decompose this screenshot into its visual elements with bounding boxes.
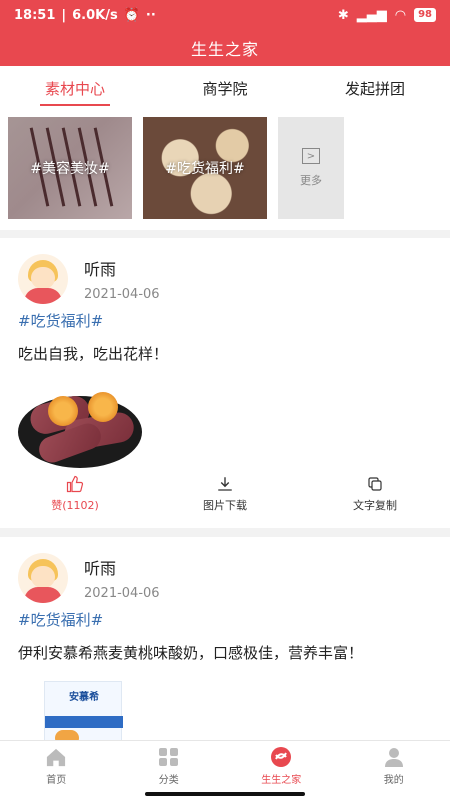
download-icon <box>215 475 235 493</box>
like-button[interactable]: 赞(1102) <box>0 472 150 516</box>
material-card-beauty[interactable]: #美容美妆# <box>8 117 132 219</box>
home-icon <box>45 747 67 767</box>
avatar[interactable] <box>18 254 68 304</box>
post-author: 听雨 <box>84 260 117 279</box>
post-image-yogurt[interactable]: 安慕希 <box>44 681 123 740</box>
material-card-food[interactable]: #吃货福利# <box>143 117 267 219</box>
download-image-button[interactable]: 图片下载 <box>150 472 300 516</box>
copy-label: 文字复制 <box>353 499 397 512</box>
grid-icon <box>158 747 180 767</box>
more-status-icon: ·· <box>145 7 156 23</box>
bluetooth-icon: ✱ <box>337 7 349 23</box>
potato-flesh <box>88 392 118 422</box>
app-title: 生生之家 <box>0 30 450 66</box>
avatar[interactable] <box>18 553 68 603</box>
post-card: 听雨 2021-04-06 #吃货福利# 吃出自我，吃出花样！ 赞(1102) … <box>0 238 450 528</box>
status-bar: 18:51 | 6.0K/s ⏰ ·· ✱ ▂▄▆ ◠ 98 <box>0 0 450 30</box>
status-left: 18:51 | 6.0K/s ⏰ ·· <box>14 8 156 23</box>
post-meta: 听雨 2021-04-06 <box>84 254 160 302</box>
material-categories: #美容美妆# #吃货福利# > 更多 <box>0 112 450 230</box>
material-card-label: #吃货福利# <box>165 161 245 177</box>
thumbs-up-icon <box>65 475 85 493</box>
signal-icon: ▂▄▆ <box>356 7 387 23</box>
nav-label: 生生之家 <box>261 775 302 786</box>
download-label: 图片下载 <box>203 499 247 512</box>
battery-indicator: 98 <box>414 8 436 22</box>
post-author: 听雨 <box>84 559 117 578</box>
status-network-speed: 6.0K/s <box>72 7 118 23</box>
avatar-face <box>31 566 55 588</box>
copy-icon <box>365 475 385 493</box>
tab-material-center[interactable]: 素材中心 <box>0 66 150 112</box>
nav-label: 分类 <box>158 775 179 786</box>
post-content: 伊利安慕希燕麦黄桃味酸奶，口感极佳，营养丰富！ <box>18 644 364 662</box>
nav-label: 我的 <box>383 775 404 786</box>
avatar-body <box>24 587 62 603</box>
post-tag[interactable]: #吃货福利# <box>18 609 432 630</box>
peach-shape <box>55 730 79 740</box>
tab-business-school[interactable]: 商学院 <box>150 66 300 112</box>
avatar-face <box>31 267 55 289</box>
post-header: 听雨 2021-04-06 <box>18 537 432 603</box>
post-date: 2021-04-06 <box>84 586 160 601</box>
status-time: 18:51 <box>14 7 56 23</box>
post-image-sweet-potato[interactable] <box>18 378 142 474</box>
package-band <box>45 716 123 728</box>
wifi-icon: ◠ <box>394 7 407 23</box>
user-icon <box>383 747 405 767</box>
nav-item-home[interactable]: 首页 <box>0 741 113 800</box>
chevron-right-icon: > <box>302 148 320 164</box>
top-tabs: 素材中心 商学院 发起拼团 <box>0 66 450 112</box>
material-more-button[interactable]: > 更多 <box>278 117 344 219</box>
post-date: 2021-04-06 <box>84 287 160 302</box>
avatar-body <box>24 288 62 304</box>
material-card-label: #美容美妆# <box>30 161 110 177</box>
nav-item-mine[interactable]: 我的 <box>338 741 450 800</box>
status-divider: | <box>61 7 67 23</box>
copy-text-button[interactable]: 文字复制 <box>300 472 450 516</box>
nav-label: 首页 <box>46 775 67 786</box>
post-actions: 赞(1102) 图片下载 文字复制 <box>0 472 450 516</box>
potato-flesh <box>48 396 78 426</box>
post-meta: 听雨 2021-04-06 <box>84 553 160 601</box>
more-label: 更多 <box>300 174 322 187</box>
post-content: 吃出自我，吃出花样！ <box>18 345 169 363</box>
alarm-icon: ⏰ <box>123 7 140 23</box>
brand-icon <box>270 747 292 767</box>
bottom-navigation: 首页 分类 生生之家 我的 <box>0 740 450 800</box>
like-count: 赞(1102) <box>51 499 99 512</box>
post-card: 听雨 2021-04-06 #吃货福利# 伊利安慕希燕麦黄桃味酸奶，口感极佳，营… <box>0 537 450 740</box>
tab-group-buy[interactable]: 发起拼团 <box>300 66 450 112</box>
post-tag[interactable]: #吃货福利# <box>18 310 432 331</box>
post-header: 听雨 2021-04-06 <box>18 238 432 304</box>
product-brand: 安慕希 <box>69 692 99 703</box>
status-right: ✱ ▂▄▆ ◠ 98 <box>338 8 436 23</box>
home-indicator[interactable] <box>145 792 305 796</box>
